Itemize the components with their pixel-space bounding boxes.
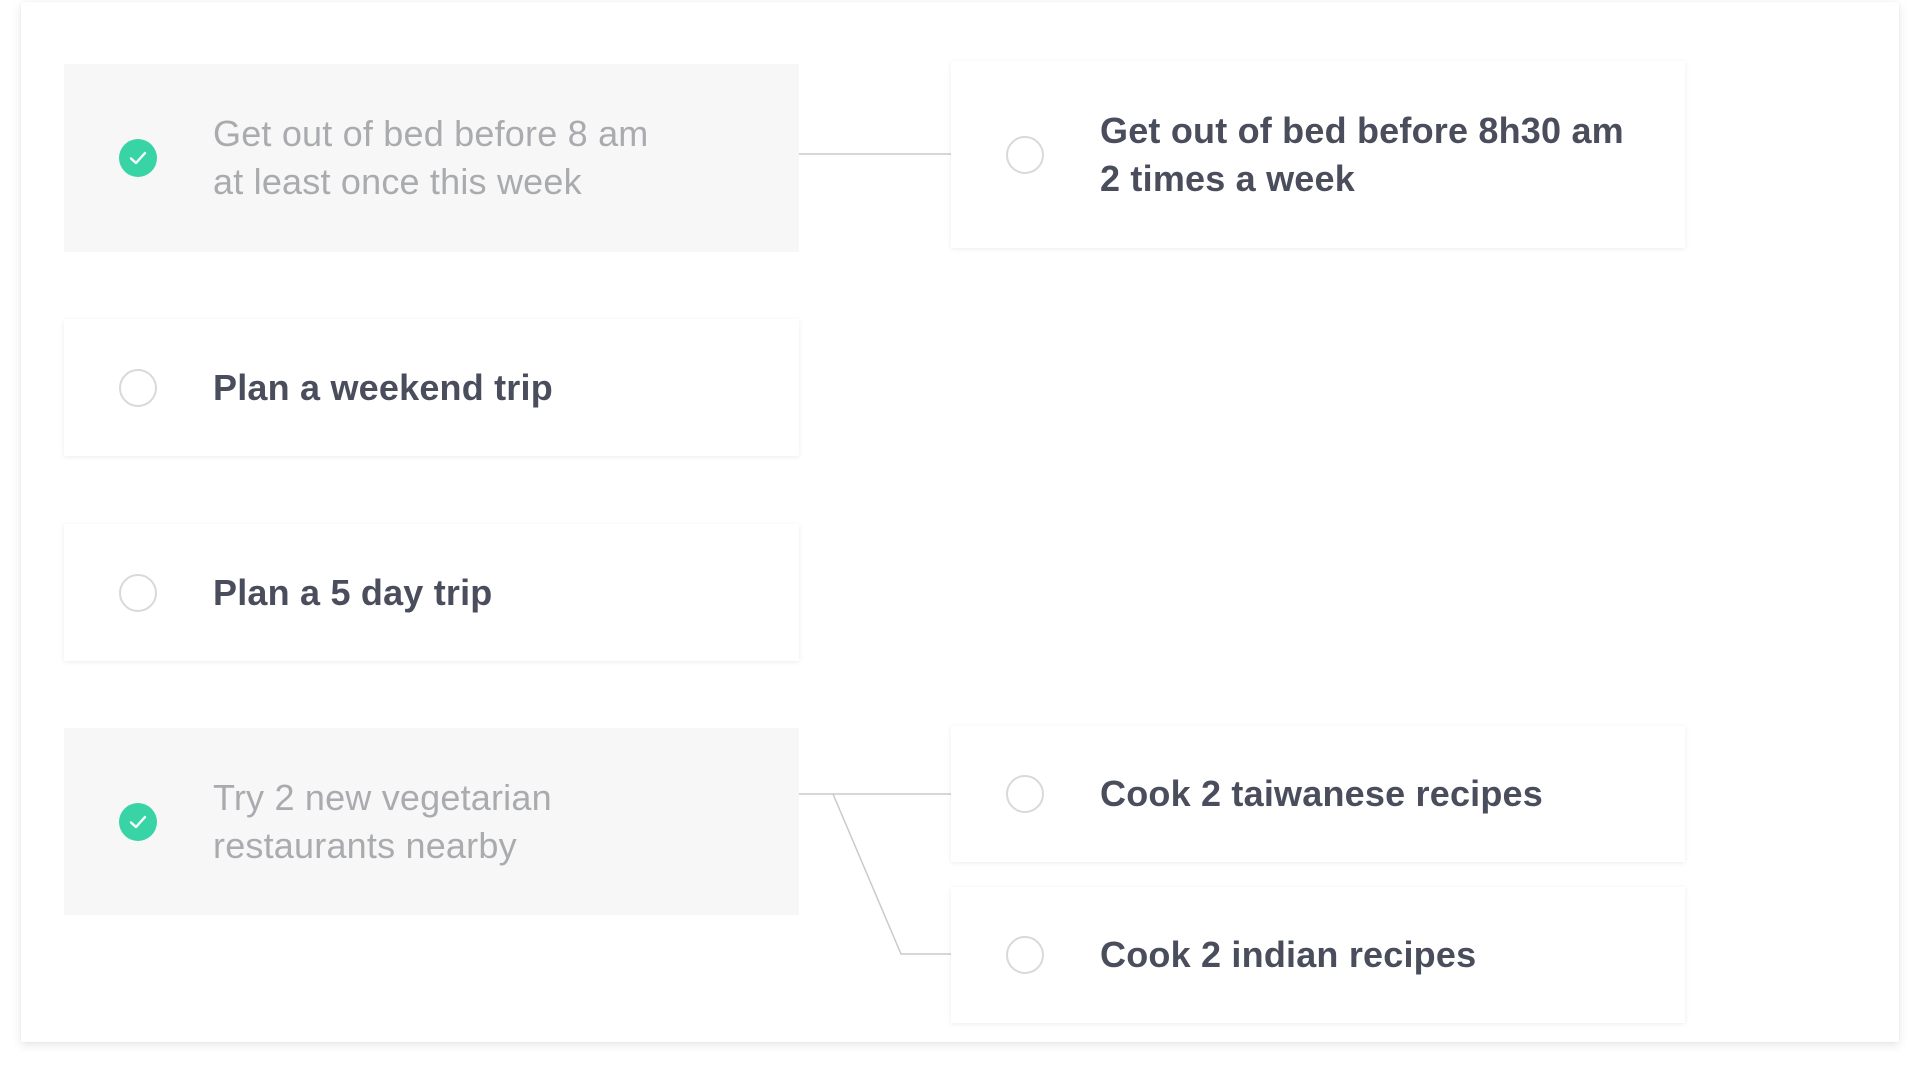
goal-card-bed-8am[interactable]: Get out of bed before 8 am at least once… [64, 64, 799, 252]
goal-label: Try 2 new vegetarian restaurants nearby [213, 774, 769, 870]
goal-check-weekend-trip[interactable] [119, 368, 157, 407]
goal-tree-panel: Get out of bed before 8 am at least once… [21, 2, 1899, 1042]
next-goal-check-bed-830am[interactable] [1006, 135, 1044, 174]
goal-label-line: Get out of bed before 8 am [213, 113, 649, 154]
connector-veg-to-indian [832, 793, 951, 955]
next-goal-check-taiwanese-recipes[interactable] [1006, 775, 1044, 813]
goal-card-weekend-trip[interactable]: Plan a weekend trip [64, 319, 799, 456]
checkmark-icon [129, 151, 147, 165]
goal-label-line: 2 times a week [1100, 157, 1355, 199]
goal-label: Plan a weekend trip [213, 364, 769, 412]
goal-check-veg-restaurants[interactable] [119, 802, 157, 841]
next-goal-check-indian-recipes[interactable] [1006, 936, 1044, 974]
goal-label-line: Cook 2 indian recipes [1100, 934, 1477, 975]
next-goal-card-taiwanese-recipes[interactable]: Cook 2 taiwanese recipes [951, 726, 1685, 862]
goal-label-line: Plan a weekend trip [213, 366, 553, 408]
goal-label: Get out of bed before 8 am at least once… [213, 110, 769, 206]
goal-check-bed-8am[interactable] [119, 139, 157, 177]
goal-label-line: at least once this week [213, 161, 582, 202]
goal-label: Plan a 5 day trip [213, 569, 769, 617]
goal-check-5-day-trip[interactable] [119, 573, 157, 612]
next-goal-card-indian-recipes[interactable]: Cook 2 indian recipes [951, 887, 1685, 1023]
goal-label: Cook 2 taiwanese recipes [1100, 770, 1655, 818]
goal-label-line: Cook 2 taiwanese recipes [1100, 773, 1544, 814]
checkmark-icon [129, 815, 147, 828]
goal-card-5-day-trip[interactable]: Plan a 5 day trip [64, 524, 799, 661]
next-goal-card-bed-830am[interactable]: Get out of bed before 8h30 am 2 times a … [951, 61, 1685, 248]
goal-label-line: Get out of bed before 8h30 am [1100, 109, 1624, 151]
goal-label-line: Try 2 new vegetarian [213, 776, 552, 818]
goal-label-line: Plan a 5 day trip [213, 571, 493, 613]
goal-label: Get out of bed before 8h30 am 2 times a … [1100, 107, 1655, 203]
goal-label-line: restaurants nearby [213, 824, 517, 866]
goal-card-veg-restaurants[interactable]: Try 2 new vegetarian restaurants nearby [64, 728, 799, 915]
goal-label: Cook 2 indian recipes [1100, 931, 1655, 979]
